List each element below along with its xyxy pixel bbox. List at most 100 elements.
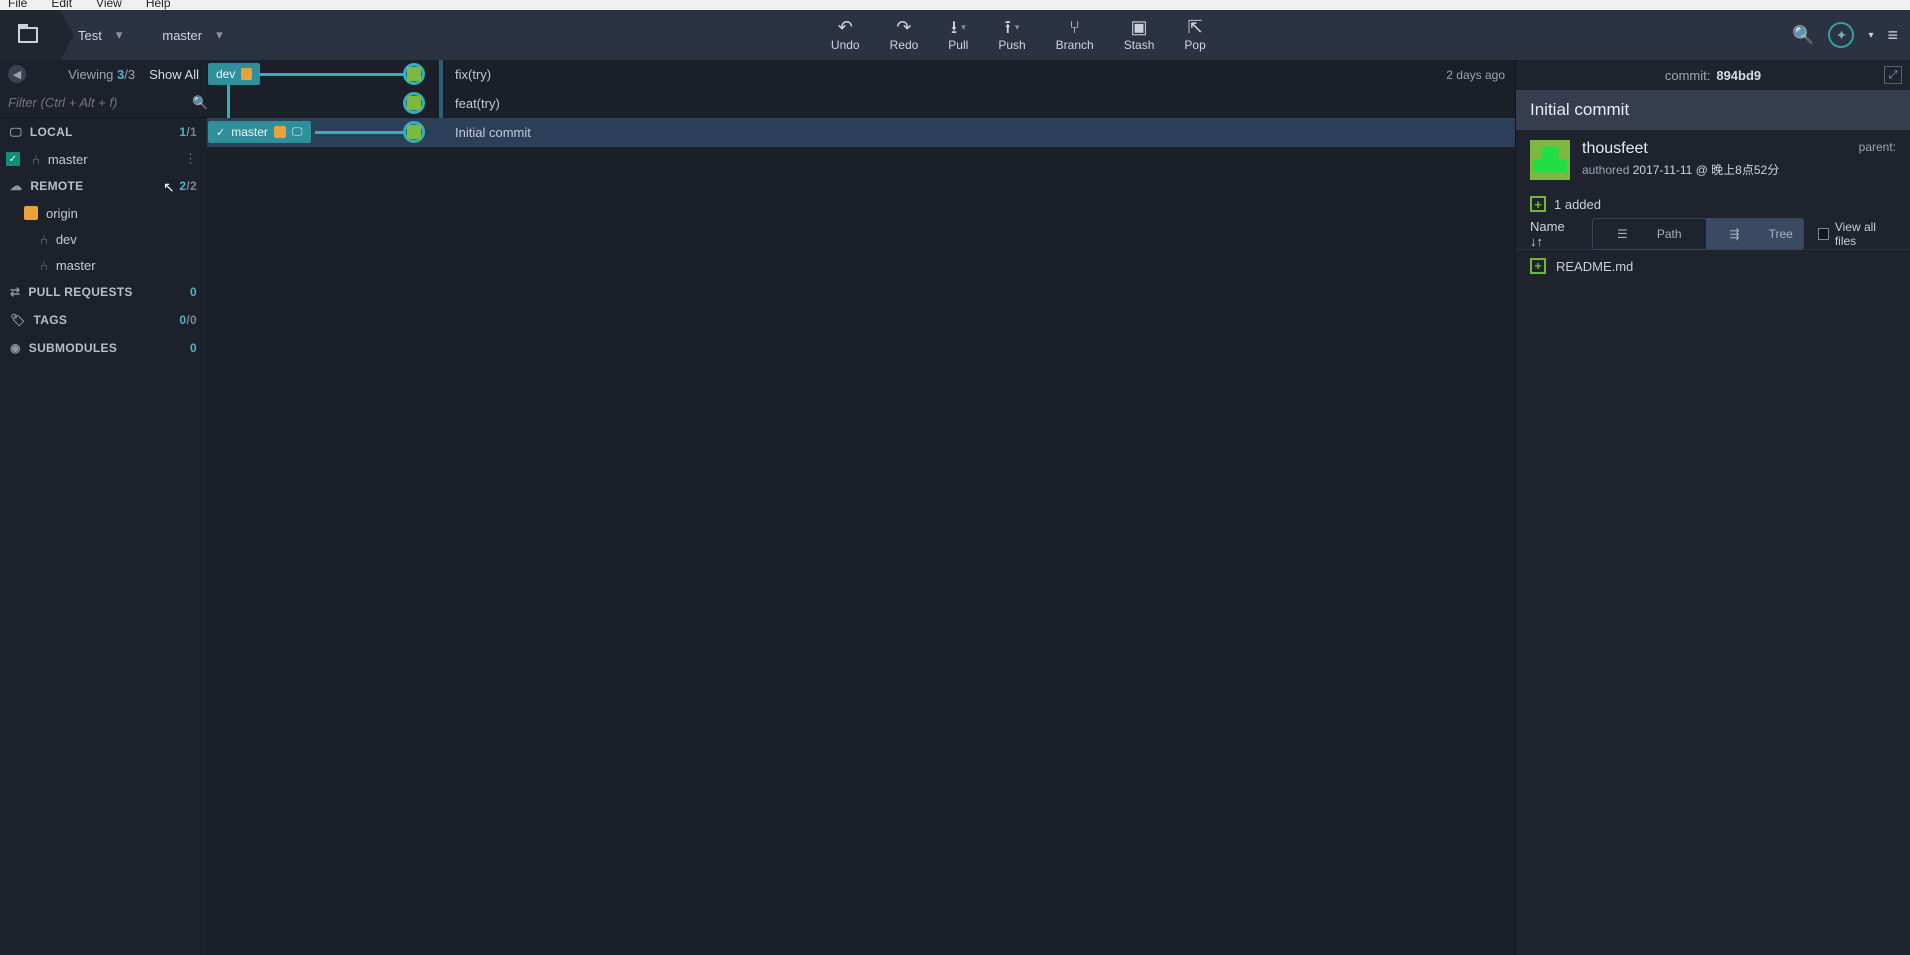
- sort-name[interactable]: Name ↓↑: [1530, 219, 1578, 249]
- checkbox-icon: [1818, 228, 1829, 240]
- toolbar-right: 🔍 ✦ ▾ ≡: [1792, 10, 1910, 60]
- menu-view[interactable]: View: [92, 0, 126, 10]
- stash-button[interactable]: ▣ Stash: [1124, 18, 1155, 52]
- commit-message: Initial commit: [455, 125, 531, 140]
- toolbar-center: ↶ Undo ↷ Redo ⭳▾ Pull ⭱▾ Push ⑂ Branch ▣…: [245, 10, 1792, 60]
- expand-icon[interactable]: ⤢: [1884, 66, 1902, 84]
- redo-icon: ↷: [896, 18, 911, 36]
- branch-icon: ⑃: [32, 152, 40, 167]
- file-name: README.md: [1556, 259, 1633, 274]
- commit-graph: dev fix(try) 2 days ago feat(try) ✓ mast…: [207, 60, 1515, 955]
- cloud-icon: ☁: [10, 179, 22, 193]
- toggle-tree[interactable]: ⇶Tree: [1706, 219, 1804, 249]
- chevron-down-icon: ▾: [216, 27, 223, 43]
- parent-label: parent:: [1859, 140, 1896, 154]
- section-pull-requests[interactable]: ⇄ PULL REQUESTS 0: [0, 278, 207, 306]
- tree-icon: ⇶: [1718, 223, 1752, 245]
- file-row[interactable]: + README.md: [1516, 250, 1910, 282]
- check-icon: ✓: [216, 126, 225, 139]
- pop-button[interactable]: ⇱ Pop: [1184, 18, 1205, 52]
- push-button[interactable]: ⭱▾ Push: [998, 18, 1025, 52]
- file-columns: Name ↓↑ ☰Path ⇶Tree View all files: [1516, 218, 1910, 250]
- menu-icon[interactable]: ≡: [1887, 25, 1898, 46]
- section-tags[interactable]: 🏷 TAGS 0/0: [0, 306, 207, 334]
- local-branch-master[interactable]: ✓ ⑃ master ⋮: [0, 146, 207, 172]
- upload-icon: ⭱: [1005, 18, 1011, 36]
- filter-bar: 🔍: [0, 88, 207, 118]
- avatar-icon: [407, 125, 421, 139]
- commit-node[interactable]: [403, 121, 425, 143]
- redo-button[interactable]: ↷ Redo: [890, 18, 919, 52]
- branch-name: master: [162, 28, 202, 43]
- author-name: thousfeet: [1582, 140, 1779, 158]
- sort-icon: ↓↑: [1530, 234, 1543, 249]
- chevron-down-icon: ▾: [116, 27, 123, 43]
- origin-icon: [241, 68, 252, 80]
- filter-input[interactable]: [8, 95, 186, 110]
- remote-branch-master[interactable]: ⑃ master: [0, 252, 207, 278]
- monitor-icon: 🖵: [10, 125, 22, 140]
- section-local[interactable]: 🖵 LOCAL 1/1: [0, 118, 207, 146]
- commit-node[interactable]: [403, 92, 425, 114]
- undo-button[interactable]: ↶ Undo: [831, 18, 860, 52]
- branch-crumb[interactable]: master ▾: [144, 10, 244, 60]
- search-icon[interactable]: 🔍: [1792, 25, 1814, 46]
- more-icon[interactable]: ⋮: [184, 151, 197, 167]
- menu-help[interactable]: Help: [142, 0, 175, 10]
- download-icon: ⭳: [951, 18, 957, 36]
- branch-button[interactable]: ⑂ Branch: [1056, 18, 1094, 52]
- view-toggle: ☰Path ⇶Tree: [1592, 218, 1803, 250]
- stash-icon: ▣: [1131, 18, 1148, 36]
- commit-details-panel: commit: 894bd9 ⤢ Initial commit ▟▙ thous…: [1515, 60, 1910, 955]
- author-meta: authored 2017-11-11 @ 晚上8点52分: [1582, 161, 1779, 178]
- left-sidebar: ◀ Viewing 3/3 Show All 🔍 🖵 LOCAL 1/1 ✓ ⑃…: [0, 60, 207, 955]
- avatar-icon: [407, 67, 421, 81]
- commit-time: 2 days ago: [1446, 68, 1505, 82]
- folder-button[interactable]: [0, 10, 60, 60]
- author-block: ▟▙ thousfeet authored 2017-11-11 @ 晚上8点5…: [1516, 130, 1910, 190]
- pull-button[interactable]: ⭳▾ Pull: [948, 18, 968, 52]
- main-toolbar: Test ▾ master ▾ ↶ Undo ↷ Redo ⭳▾ Pull ⭱▾…: [0, 10, 1910, 60]
- chevron-down-icon: ▾: [961, 22, 966, 33]
- commit-hash[interactable]: 894bd9: [1716, 68, 1761, 83]
- commit-title: Initial commit: [1516, 90, 1910, 130]
- undo-icon: ↶: [838, 18, 853, 36]
- chevron-down-icon[interactable]: ▾: [1868, 30, 1873, 41]
- remote-origin[interactable]: origin: [0, 200, 207, 226]
- author-avatar: ▟▙: [1530, 140, 1570, 180]
- graph-hline: [315, 131, 405, 134]
- branch-label-dev[interactable]: dev: [208, 63, 260, 85]
- commit-node[interactable]: [403, 63, 425, 85]
- origin-icon: [24, 206, 38, 220]
- commit-message: fix(try): [455, 67, 491, 82]
- commit-message: feat(try): [455, 96, 500, 111]
- view-all-files[interactable]: View all files: [1818, 220, 1896, 248]
- menu-file[interactable]: File: [4, 0, 31, 10]
- branch-icon: ⑂: [1069, 18, 1080, 36]
- branch-icon: ⑃: [40, 232, 48, 247]
- branch-label-master[interactable]: ✓ master 🖵: [208, 121, 311, 143]
- search-icon[interactable]: 🔍: [192, 95, 208, 111]
- section-submodules[interactable]: ◉ SUBMODULES 0: [0, 334, 207, 362]
- menu-edit[interactable]: Edit: [47, 0, 76, 10]
- submodule-icon: ◉: [10, 341, 21, 355]
- pop-icon: ⇱: [1188, 18, 1203, 36]
- back-button[interactable]: ◀: [8, 65, 26, 83]
- toggle-path[interactable]: ☰Path: [1593, 219, 1705, 249]
- added-icon: +: [1530, 196, 1546, 212]
- profile-button[interactable]: ✦: [1828, 22, 1854, 48]
- octopus-icon: ✦: [1836, 27, 1848, 44]
- pull-request-icon: ⇄: [10, 285, 20, 299]
- origin-icon: [274, 126, 286, 138]
- monitor-icon: 🖵: [292, 126, 303, 139]
- viewing-label: Viewing 3/3: [68, 67, 135, 82]
- remote-branch-dev[interactable]: ⑃ dev: [0, 226, 207, 252]
- repo-name: Test: [78, 28, 102, 43]
- graph-hline: [259, 73, 405, 76]
- section-remote[interactable]: ☁ REMOTE 2/2: [0, 172, 207, 200]
- details-header: commit: 894bd9 ⤢: [1516, 60, 1910, 90]
- added-icon: +: [1530, 258, 1546, 274]
- show-all-link[interactable]: Show All: [149, 67, 199, 82]
- check-icon: ✓: [6, 152, 20, 166]
- list-icon: ☰: [1605, 223, 1640, 245]
